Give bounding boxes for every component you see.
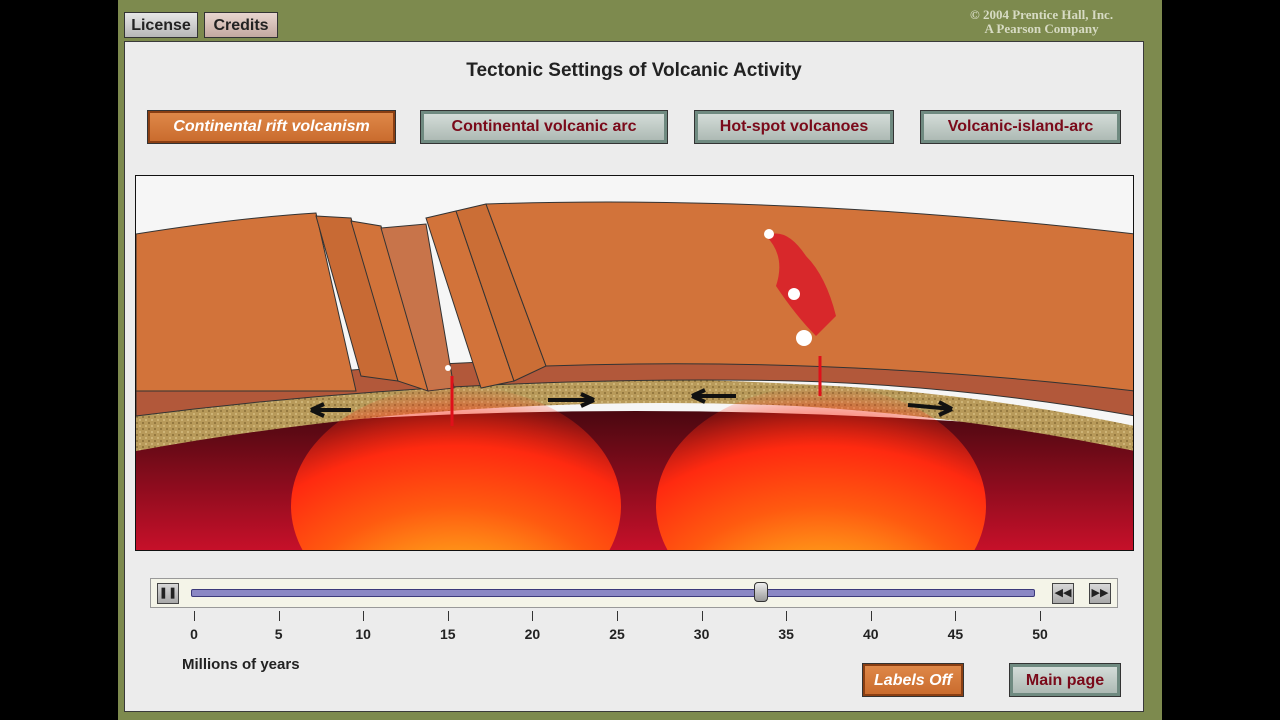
ash-puff-3: [796, 330, 812, 346]
timeline-tick-label: 50: [1032, 626, 1048, 642]
fast-forward-button[interactable]: ▶▶: [1089, 583, 1111, 604]
timeline-track[interactable]: [191, 589, 1035, 597]
timeline-tick-label: 40: [863, 626, 879, 642]
timeline-tick: [617, 611, 618, 621]
timeline-tick-label: 25: [609, 626, 625, 642]
timeline-tick: [786, 611, 788, 621]
copyright-line2: A Pearson Company: [984, 21, 1099, 36]
timeline-tick: [194, 611, 195, 621]
ash-puff-4: [445, 365, 451, 371]
tab-continental-rift[interactable]: Continental rift volcanism: [147, 110, 396, 144]
page-title: Tectonic Settings of Volcanic Activity: [466, 60, 802, 81]
timeline-tick-label: 45: [947, 626, 964, 642]
timeline-tick: [1040, 611, 1041, 621]
timeline-tick-label: 20: [524, 626, 541, 642]
rewind-button[interactable]: ◀◀: [1052, 583, 1074, 604]
diagram-illustration: [136, 176, 1133, 550]
timeline-tick-label: 0: [190, 626, 198, 642]
tab-hot-spot[interactable]: Hot-spot volcanoes: [694, 110, 894, 144]
timeline-tick: [870, 611, 872, 621]
axis-label: Millions of years: [182, 656, 300, 673]
copyright-line1: © 2004 Prentice Hall, Inc.: [970, 7, 1114, 22]
timeline-tick-label: 35: [778, 626, 794, 642]
timeline-tick: [278, 611, 280, 621]
timeline-tick: [363, 611, 365, 621]
tab-volcanic-island-arc[interactable]: Volcanic-island-arc: [920, 110, 1121, 144]
credits-button[interactable]: Credits: [204, 12, 278, 38]
main-page-button[interactable]: Main page: [1009, 663, 1121, 697]
timeline-tick-label: 5: [274, 626, 283, 642]
timeline-tick: [955, 611, 957, 621]
labels-off-button[interactable]: Labels Off: [862, 663, 964, 697]
tectonic-diagram: [135, 175, 1134, 551]
timeline-tick-label: 30: [693, 626, 710, 642]
timeline-tick: [447, 611, 449, 621]
ash-puff-2: [788, 288, 800, 300]
timeline-tick: [701, 611, 703, 621]
timeline-tick-label: 10: [355, 626, 371, 642]
timeline-thumb[interactable]: [753, 582, 768, 602]
ash-puff-1: [764, 229, 774, 239]
tab-continental-arc[interactable]: Continental volcanic arc: [420, 110, 668, 144]
timeline-tick-label: 15: [440, 626, 456, 642]
timeline-tick: [532, 611, 534, 621]
copyright-notice: © 2004 Prentice Hall, Inc. A Pearson Com…: [970, 8, 1113, 36]
mantle: [136, 411, 1133, 550]
pause-button[interactable]: ❚❚: [157, 583, 179, 604]
license-button[interactable]: License: [124, 12, 198, 38]
